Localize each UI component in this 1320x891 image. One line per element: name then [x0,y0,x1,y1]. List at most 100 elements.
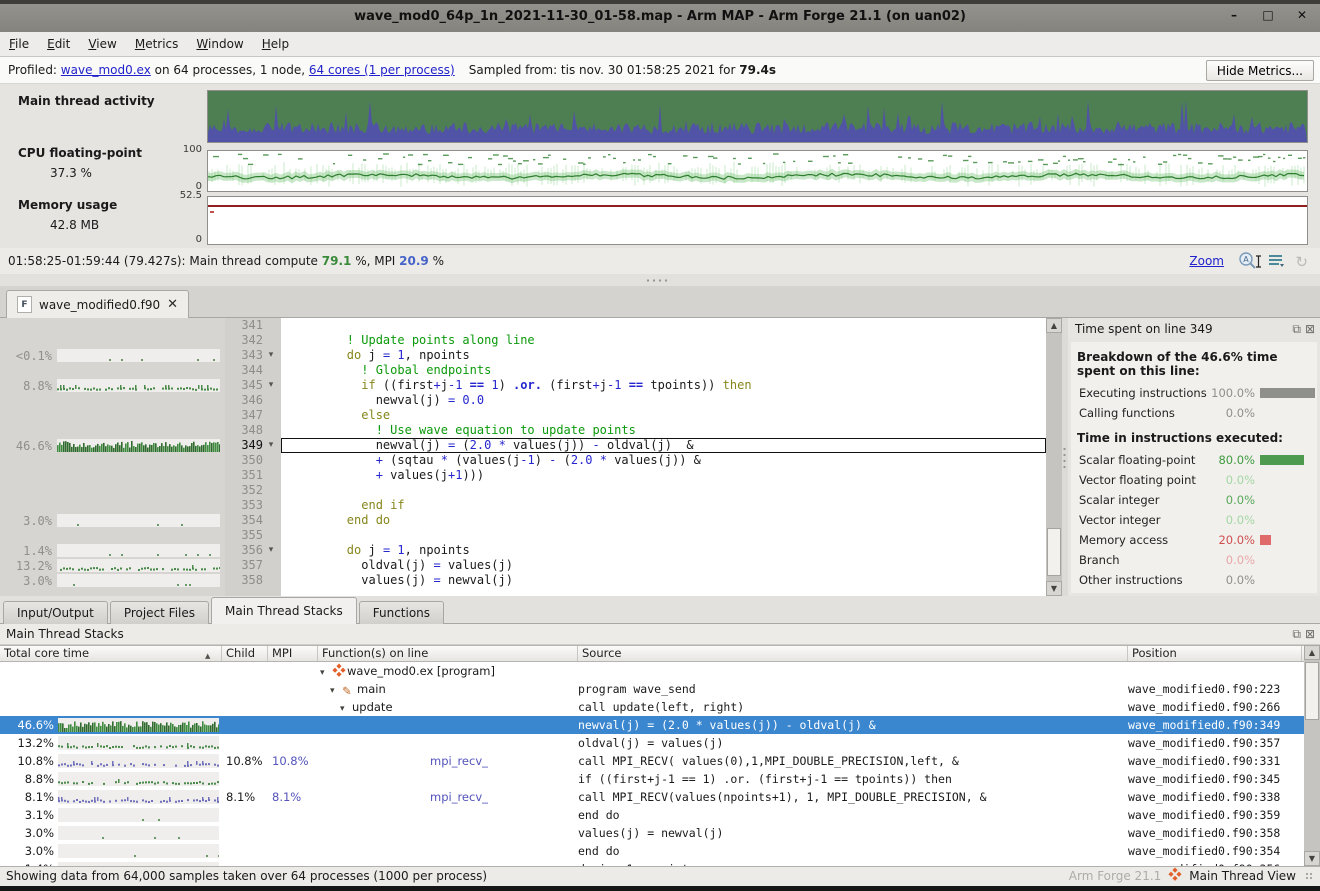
main-thread-activity-chart[interactable] [207,90,1308,143]
table-scroll-up-button[interactable]: ▲ [1304,645,1320,660]
editor-vertical-scrollbar[interactable]: ▲ ▼ [1046,318,1062,596]
code-token [462,378,469,392]
stack-row[interactable]: 13.2%oldval(j) = values(j)wave_modified0… [0,734,1304,752]
menu-item-file[interactable]: File [0,32,38,56]
menu-item-window[interactable]: Window [187,32,252,56]
stack-row[interactable]: 46.6%newval(j) = (2.0 * values(j)) - old… [0,716,1304,734]
hide-metrics-button[interactable]: Hide Metrics... [1206,60,1314,81]
column-header-position[interactable]: Position [1128,646,1302,661]
stack-row[interactable]: ▾updatecall update(left, right)wave_modi… [0,698,1304,716]
scroll-down-button[interactable]: ▼ [1046,581,1062,596]
column-header-total-core-time[interactable]: Total core time▲ [0,646,222,661]
close-button[interactable]: ✕ [1294,8,1310,22]
code-fold-arrow-icon[interactable]: ▾ [263,378,279,393]
code-fold-arrow-icon[interactable]: ▾ [263,438,279,453]
line-number: 355 [225,528,263,543]
code-token: then [723,378,752,392]
zoom-link[interactable]: Zoom [1189,248,1224,274]
float-panel-icon[interactable]: ⧉ [1292,318,1301,340]
column-header-mpi[interactable]: MPI [268,646,318,661]
tab-main-thread-stacks[interactable]: Main Thread Stacks [211,597,357,624]
code-line[interactable] [281,318,1046,333]
instructions-heading: Time in instructions executed: [1071,423,1317,450]
code-line[interactable]: else [281,408,1046,423]
stack-row[interactable]: 10.8%10.8%10.8%mpi_recv_call MPI_RECV( v… [0,752,1304,770]
code-line[interactable]: + (sqtau * (values(j-1) - (2.0 * values(… [281,453,1046,468]
line-number-row: 353 [225,498,281,513]
code-line[interactable]: newval(j) = 0.0 [281,393,1046,408]
float-stacks-icon[interactable]: ⧉ [1292,624,1301,645]
code-fold-arrow-icon[interactable]: ▾ [263,348,279,363]
scroll-up-button[interactable]: ▲ [1046,318,1062,333]
stack-row[interactable]: 8.8%if ((first+j-1 == 1) .or. (first+j-1… [0,770,1304,788]
scrollbar-thumb[interactable] [1047,528,1061,576]
reset-zoom-icon[interactable]: ↻ [1295,249,1308,275]
memory-usage-chart[interactable] [207,196,1308,245]
code-line[interactable]: ! Global endpoints [281,363,1046,378]
column-header-source[interactable]: Source [578,646,1128,661]
column-header-child[interactable]: Child [222,646,268,661]
breakdown-label: Vector integer [1079,513,1160,527]
code-token: 1 [397,543,404,557]
stack-core-time-percent: 8.8% [0,770,54,788]
maximize-button[interactable]: □ [1260,8,1276,22]
stack-source-position: wave_modified0.f90:357 [1128,734,1302,752]
column-header-function-s-on-line[interactable]: Function(s) on line [318,646,578,661]
tab-input-output[interactable]: Input/Output [3,601,108,624]
code-fold-arrow-icon[interactable]: ▾ [263,543,279,558]
stack-row[interactable]: 3.0%end dowave_modified0.f90:354 [0,842,1304,860]
line-time-percent: <0.1% [0,349,52,363]
menu-item-metrics[interactable]: Metrics [126,32,188,56]
close-stacks-icon[interactable]: ⊠ [1305,624,1315,645]
menu-item-help[interactable]: Help [253,32,298,56]
table-scroll-down-button[interactable]: ▼ [1304,851,1320,866]
stack-row[interactable]: 8.1%8.1%8.1%mpi_recv_call MPI_RECV(value… [0,788,1304,806]
cpu-metric-label: CPU floating-point [18,146,142,160]
code-line[interactable]: do j = 1, npoints [281,348,1046,363]
code-line[interactable]: values(j) = newval(j) [281,573,1046,588]
code-line[interactable]: ! Update points along line [281,333,1046,348]
executable-link[interactable]: wave_mod0.ex [61,63,151,77]
tab-functions[interactable]: Functions [359,601,444,624]
table-vertical-scrollbar[interactable]: ▲ ▼ [1304,645,1320,866]
tab-wave-modified0-f90[interactable]: F wave_modified0.f90 ✕ [6,290,189,318]
code-line[interactable] [281,483,1046,498]
code-token [621,378,628,392]
stack-row[interactable]: ▾wave_mod0.ex [program] [0,662,1304,680]
stack-source-line: end do [578,842,1126,860]
code-token: ! Use wave equation to update points [376,423,636,437]
menu-item-view[interactable]: View [79,32,125,56]
code-line[interactable]: ! Use wave equation to update points [281,423,1046,438]
code-line[interactable] [281,528,1046,543]
code-line[interactable]: oldval(j) = values(j) [281,558,1046,573]
table-scrollbar-thumb[interactable] [1305,662,1319,720]
stack-row[interactable]: ▾✎mainprogram wave_sendwave_modified0.f9… [0,680,1304,698]
code-line[interactable]: + values(j+1))) [281,468,1046,483]
source-code-pane[interactable]: ! Update points along line do j = 1, npo… [281,318,1046,596]
line-number-row: 355 [225,528,281,543]
line-activity-sparkline [57,514,220,527]
tab-project-files[interactable]: Project Files [110,601,209,624]
gutter-row [0,483,225,498]
stack-row[interactable]: 3.1%end dowave_modified0.f90:359 [0,806,1304,824]
minimize-button[interactable]: – [1226,8,1242,22]
close-panel-icon[interactable]: ⊠ [1305,318,1315,340]
code-line[interactable]: newval(j) = (2.0 * values(j)) - oldval(j… [281,438,1046,453]
cores-link[interactable]: 64 cores (1 per process) [309,63,455,77]
code-token: newval(j) [441,573,513,587]
cpu-floating-point-chart[interactable] [207,150,1308,192]
code-line[interactable]: end if [281,498,1046,513]
code-line[interactable]: do j = 1, npoints [281,543,1046,558]
breakdown-label: Scalar floating-point [1079,453,1195,467]
breakdown-row: Executing instructions100.0% [1071,383,1317,403]
tab-close-icon[interactable]: ✕ [167,297,178,312]
title-bar[interactable]: wave_mod0_64p_1n_2021-11-30_01-58.map - … [0,0,1320,32]
menu-item-edit[interactable]: Edit [38,32,79,56]
resize-grip[interactable] [1305,872,1314,881]
line-activity-sparkline [57,559,220,572]
code-line[interactable]: end do [281,513,1046,528]
code-token: do [347,543,361,557]
code-line[interactable]: if ((first+j-1 == 1) .or. (first+j-1 == … [281,378,1046,393]
stack-row[interactable]: 3.0%values(j) = newval(j)wave_modified0.… [0,824,1304,842]
horizontal-splitter[interactable] [0,274,1320,286]
